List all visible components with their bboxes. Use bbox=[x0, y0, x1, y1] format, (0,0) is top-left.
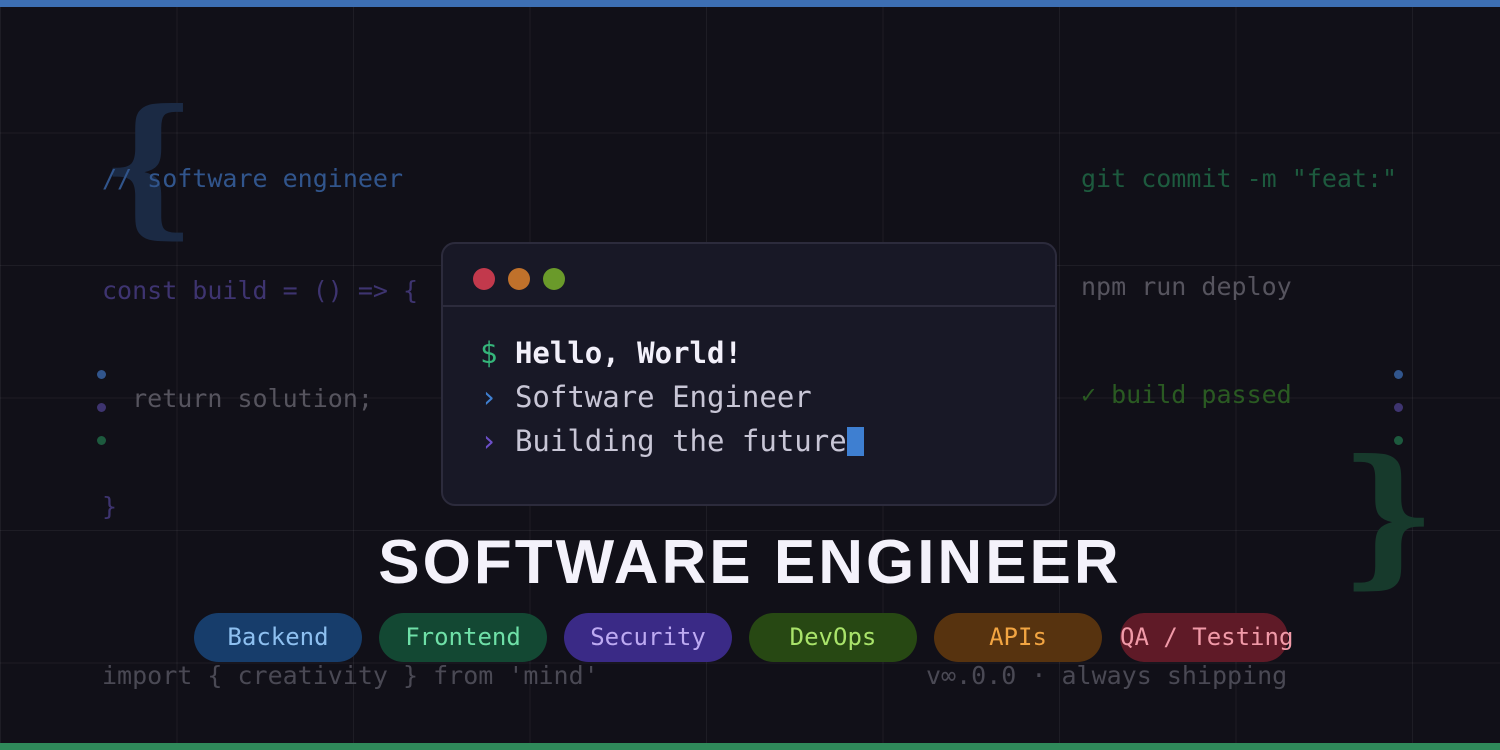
hello-world-text: Hello, World! bbox=[514, 336, 742, 370]
tagline-text: Building the future bbox=[514, 424, 847, 458]
tag-qa-testing: QA / Testing bbox=[1120, 613, 1293, 662]
maximize-dot-icon bbox=[543, 268, 565, 290]
terminal-titlebar bbox=[443, 244, 1055, 307]
dot-purple bbox=[97, 403, 106, 412]
dot-green bbox=[1394, 436, 1403, 445]
tag-apis: APIs bbox=[934, 613, 1102, 662]
dot-purple bbox=[1394, 403, 1403, 412]
dot-green bbox=[97, 436, 106, 445]
decorative-dots-left bbox=[97, 370, 107, 469]
bottom-accent-bar bbox=[0, 743, 1500, 750]
tag-frontend: Frontend bbox=[379, 613, 547, 662]
build-passed-line: ✓ build passed bbox=[1081, 380, 1292, 409]
decorative-dots-right bbox=[1394, 370, 1404, 469]
background-code-right: git commit -m "feat:" npm run deploy ✓ b… bbox=[1081, 89, 1397, 449]
page-title: SOFTWARE ENGINEER bbox=[378, 528, 1122, 597]
terminal-window: $ Hello, World! › Software Engineer › Bu… bbox=[441, 242, 1057, 506]
terminal-line-3: › Building the future bbox=[480, 419, 1055, 463]
close-dot-icon bbox=[473, 268, 495, 290]
role-text: Software Engineer bbox=[514, 380, 812, 414]
chevron-right-icon: › bbox=[480, 380, 498, 414]
chevron-right-icon: › bbox=[480, 424, 498, 458]
npm-deploy-line: npm run deploy bbox=[1081, 272, 1292, 301]
code-const-line: const build = () => { bbox=[102, 276, 419, 305]
tag-backend: Backend bbox=[194, 613, 362, 662]
tag-security: Security bbox=[564, 613, 732, 662]
terminal-line-2: › Software Engineer bbox=[480, 375, 1055, 419]
code-comment-line: // software engineer bbox=[102, 164, 404, 193]
dot-blue bbox=[1394, 370, 1403, 379]
terminal-line-1: $ Hello, World! bbox=[480, 331, 1055, 375]
top-accent-bar bbox=[0, 0, 1500, 7]
git-commit-line: git commit -m "feat:" bbox=[1081, 164, 1398, 193]
tag-devops: DevOps bbox=[749, 613, 917, 662]
dollar-prompt-icon: $ bbox=[480, 336, 498, 370]
footer-version-text: v∞.0.0 · always shipping bbox=[926, 661, 1288, 690]
footer-import-text: import { creativity } from 'mind' bbox=[102, 661, 599, 690]
background-code-left: // software engineer const build = () =>… bbox=[102, 89, 418, 561]
terminal-cursor bbox=[846, 427, 864, 456]
code-return-line: return solution; bbox=[102, 384, 373, 413]
terminal-body: $ Hello, World! › Software Engineer › Bu… bbox=[443, 307, 1055, 463]
code-close-line: } bbox=[102, 492, 118, 521]
minimize-dot-icon bbox=[508, 268, 530, 290]
dot-blue bbox=[97, 370, 106, 379]
